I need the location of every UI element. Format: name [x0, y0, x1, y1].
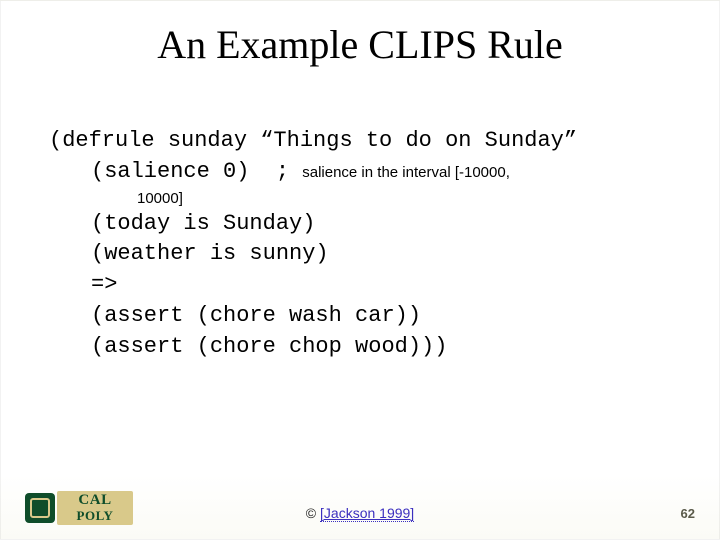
code-line-1: (defrule sunday “Things to do on Sunday”: [49, 126, 679, 157]
slide: An Example CLIPS Rule (defrule sunday “T…: [0, 0, 720, 540]
code-line-7: (assert (chore wash car)): [91, 301, 679, 332]
code-line-6: =>: [91, 270, 679, 301]
code-block: (defrule sunday “Things to do on Sunday”…: [49, 126, 679, 363]
code-line-5: (weather is sunny): [91, 239, 679, 270]
code-line-2-main: (salience 0) ;: [91, 159, 302, 184]
page-number: 62: [681, 506, 695, 521]
code-line-2-note: salience in the interval [-10000,: [302, 164, 510, 181]
code-line-8: (assert (chore chop wood))): [91, 332, 679, 363]
citation-link[interactable]: [Jackson 1999]: [320, 505, 414, 522]
code-line-2: (salience 0) ; salience in the interval …: [91, 157, 679, 188]
citation: © [Jackson 1999]: [1, 505, 719, 521]
code-line-3-note: 10000]: [137, 188, 679, 209]
code-line-4: (today is Sunday): [91, 209, 679, 240]
slide-title: An Example CLIPS Rule: [1, 21, 719, 68]
copyright-symbol: ©: [306, 505, 320, 521]
